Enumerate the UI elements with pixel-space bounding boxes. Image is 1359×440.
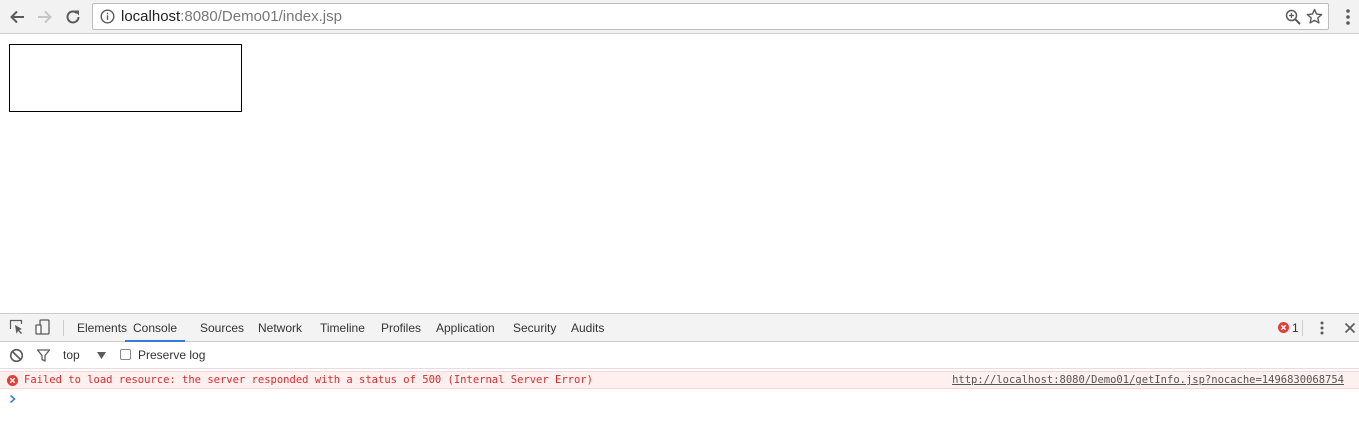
reload-button[interactable]: [61, 5, 85, 29]
back-button[interactable]: [5, 5, 29, 29]
more-vert-icon[interactable]: [1340, 7, 1356, 27]
clear-console-icon[interactable]: [9, 348, 24, 363]
browser-toolbar: localhost:8080/Demo01/index.jsp: [0, 0, 1359, 34]
context-selector[interactable]: top: [63, 342, 80, 369]
tab-network[interactable]: Network: [258, 314, 302, 342]
console-prompt-icon[interactable]: [8, 393, 18, 405]
tab-profiles[interactable]: Profiles: [381, 314, 421, 342]
error-count[interactable]: 1: [1292, 314, 1299, 342]
reload-icon: [66, 10, 80, 24]
inspect-element-icon[interactable]: [9, 319, 25, 335]
info-icon[interactable]: [100, 9, 115, 24]
error-message-text: Failed to load resource: the server resp…: [24, 374, 593, 386]
devtools-tabbar: Elements Console Sources Network Timelin…: [0, 314, 1359, 342]
forward-arrow-icon: [38, 10, 52, 24]
chevron-down-icon[interactable]: [97, 352, 106, 359]
tab-audits[interactable]: Audits: [571, 314, 604, 342]
tab-sources[interactable]: Sources: [200, 314, 244, 342]
tab-security[interactable]: Security: [513, 314, 556, 342]
close-icon[interactable]: [1343, 321, 1357, 335]
error-source-link[interactable]: http://localhost:8080/Demo01/getInfo.jsp…: [952, 372, 1344, 389]
tab-application[interactable]: Application: [436, 314, 495, 342]
url-text[interactable]: localhost:8080/Demo01/index.jsp: [121, 8, 342, 26]
tabbar-divider-right: [1302, 320, 1303, 336]
devtools-menu-icon[interactable]: [1316, 320, 1328, 336]
preserve-log-label[interactable]: Preserve log: [138, 342, 205, 369]
devtools-panel: Elements Console Sources Network Timelin…: [0, 313, 1359, 440]
preserve-log-checkbox[interactable]: [120, 349, 131, 360]
console-filterbar: top Preserve log: [0, 342, 1359, 369]
zoom-icon[interactable]: [1285, 9, 1301, 25]
address-bar[interactable]: localhost:8080/Demo01/index.jsp: [92, 3, 1329, 30]
device-toolbar-icon[interactable]: [35, 319, 51, 335]
error-icon: [7, 375, 18, 386]
url-host: localhost: [121, 8, 181, 25]
error-count-icon[interactable]: [1278, 322, 1289, 333]
tab-console[interactable]: Console: [125, 314, 186, 342]
url-path: :8080/Demo01/index.jsp: [180, 8, 342, 25]
tab-timeline[interactable]: Timeline: [320, 314, 365, 342]
console-error-message: Failed to load resource: the server resp…: [0, 371, 1359, 389]
forward-button[interactable]: [33, 5, 57, 29]
back-arrow-icon: [10, 10, 24, 24]
filter-icon[interactable]: [36, 348, 51, 363]
result-div: [9, 44, 242, 112]
tab-elements[interactable]: Elements: [77, 314, 127, 342]
tabbar-divider: [63, 320, 64, 336]
page-viewport: [0, 35, 1359, 313]
star-icon[interactable]: [1306, 8, 1323, 25]
